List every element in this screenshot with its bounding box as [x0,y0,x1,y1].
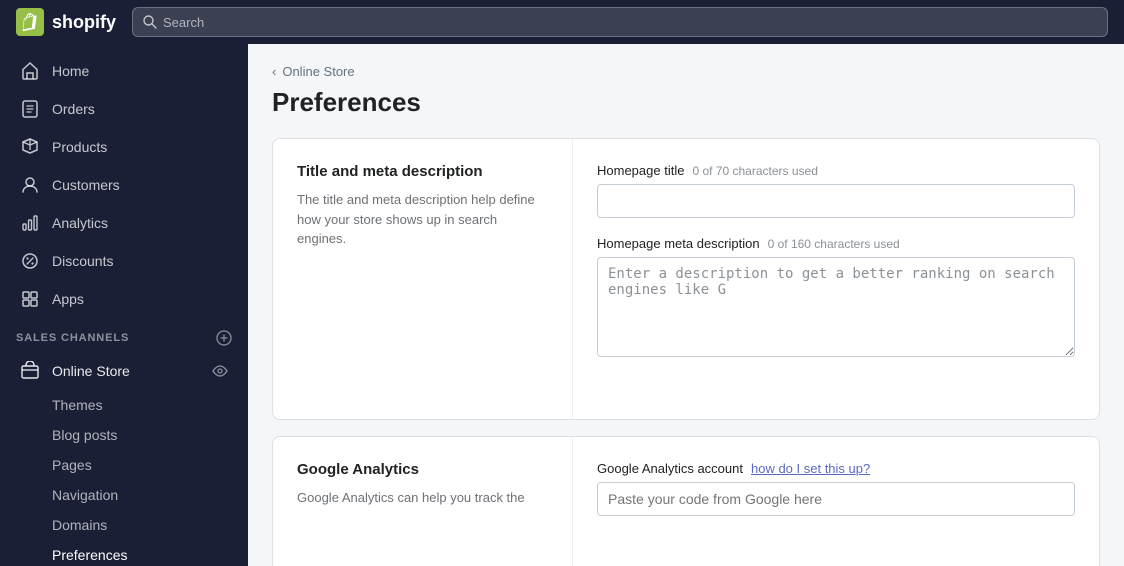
sidebar-item-discounts-label: Discounts [52,253,113,269]
google-analytics-section: Google Analytics Google Analytics can he… [272,436,1100,566]
sidebar-item-online-store[interactable]: Online Store [4,352,244,390]
ga-description: Google Analytics can help you track the [297,488,548,508]
sidebar-item-products[interactable]: Products [4,128,244,166]
search-icon [143,15,157,29]
sidebar-item-discounts[interactable]: Discounts [4,242,244,280]
homepage-meta-hint: 0 of 160 characters used [768,237,900,251]
shopify-logo-icon [16,8,44,36]
sidebar-sub-navigation-label: Navigation [52,487,118,503]
online-store-label: Online Store [52,363,130,379]
sidebar-sub-themes[interactable]: Themes [4,390,244,420]
orders-icon [20,99,40,119]
home-icon [20,61,40,81]
ga-heading: Google Analytics [297,461,548,478]
sidebar-sub-preferences[interactable]: Preferences [4,540,244,566]
main-layout: Home Orders Products Customers [0,44,1124,566]
sidebar-item-apps[interactable]: Apps [4,280,244,318]
breadcrumb-parent: Online Store [282,64,354,79]
sidebar-item-products-label: Products [52,139,107,155]
customers-icon [20,175,40,195]
ga-account-label: Google Analytics account [597,461,743,476]
sidebar-item-analytics-label: Analytics [52,215,108,231]
ga-card-left: Google Analytics Google Analytics can he… [273,437,573,566]
content-area: ‹ Online Store Preferences Title and met… [248,44,1124,566]
sidebar-item-analytics[interactable]: Analytics [4,204,244,242]
search-input[interactable] [163,15,1097,30]
ga-setup-link[interactable]: how do I set this up? [751,461,870,476]
breadcrumb-arrow: ‹ [272,64,276,79]
sidebar-item-customers-label: Customers [52,177,120,193]
homepage-meta-label: Homepage meta description [597,236,760,251]
homepage-meta-label-row: Homepage meta description 0 of 160 chara… [597,236,1075,251]
title-meta-card-left: Title and meta description The title and… [273,139,573,419]
title-meta-description: The title and meta description help defi… [297,190,548,249]
title-meta-heading: Title and meta description [297,163,548,180]
sidebar-item-customers[interactable]: Customers [4,166,244,204]
title-meta-card-inner: Title and meta description The title and… [273,139,1099,419]
sidebar-item-apps-label: Apps [52,291,84,307]
sidebar-sub-blog-posts-label: Blog posts [52,427,117,443]
homepage-title-input[interactable] [597,184,1075,218]
online-store-left: Online Store [20,361,130,381]
ga-card-inner: Google Analytics Google Analytics can he… [273,437,1099,566]
ga-label-row: Google Analytics account how do I set th… [597,461,1075,476]
topbar-logo: shopify [16,8,116,36]
topbar: shopify [0,0,1124,44]
homepage-title-hint: 0 of 70 characters used [692,164,817,178]
ga-account-field: Google Analytics account how do I set th… [597,461,1075,516]
sales-channels-label: SALES CHANNELS [16,332,129,344]
homepage-meta-textarea[interactable] [597,257,1075,357]
search-bar[interactable] [132,7,1108,37]
sidebar-sub-preferences-label: Preferences [52,547,127,563]
apps-icon [20,289,40,309]
homepage-title-label-row: Homepage title 0 of 70 characters used [597,163,1075,178]
sidebar-sub-pages[interactable]: Pages [4,450,244,480]
ga-account-input[interactable] [597,482,1075,516]
discounts-icon [20,251,40,271]
sidebar-sub-blog-posts[interactable]: Blog posts [4,420,244,450]
logo-text: shopify [52,12,116,33]
sidebar-sub-navigation[interactable]: Navigation [4,480,244,510]
sidebar-sub-domains-label: Domains [52,517,107,533]
analytics-icon [20,213,40,233]
title-meta-section: Title and meta description The title and… [272,138,1100,420]
eye-icon [212,363,228,379]
breadcrumb[interactable]: ‹ Online Store [272,64,1100,79]
homepage-title-field: Homepage title 0 of 70 characters used [597,163,1075,218]
sidebar-item-home[interactable]: Home [4,52,244,90]
add-channel-button[interactable] [216,330,232,346]
sidebar-item-orders-label: Orders [52,101,95,117]
sidebar: Home Orders Products Customers [0,44,248,566]
sidebar-sub-pages-label: Pages [52,457,92,473]
sidebar-sub-domains[interactable]: Domains [4,510,244,540]
sidebar-item-home-label: Home [52,63,89,79]
page-title: Preferences [272,87,1100,118]
ga-card-right: Google Analytics account how do I set th… [573,437,1099,566]
sidebar-sub-themes-label: Themes [52,397,103,413]
homepage-meta-field: Homepage meta description 0 of 160 chara… [597,236,1075,362]
products-icon [20,137,40,157]
title-meta-card-right: Homepage title 0 of 70 characters used H… [573,139,1099,419]
online-store-icon [20,361,40,381]
homepage-title-label: Homepage title [597,163,684,178]
sidebar-item-orders[interactable]: Orders [4,90,244,128]
sales-channels-header: SALES CHANNELS [0,318,248,352]
